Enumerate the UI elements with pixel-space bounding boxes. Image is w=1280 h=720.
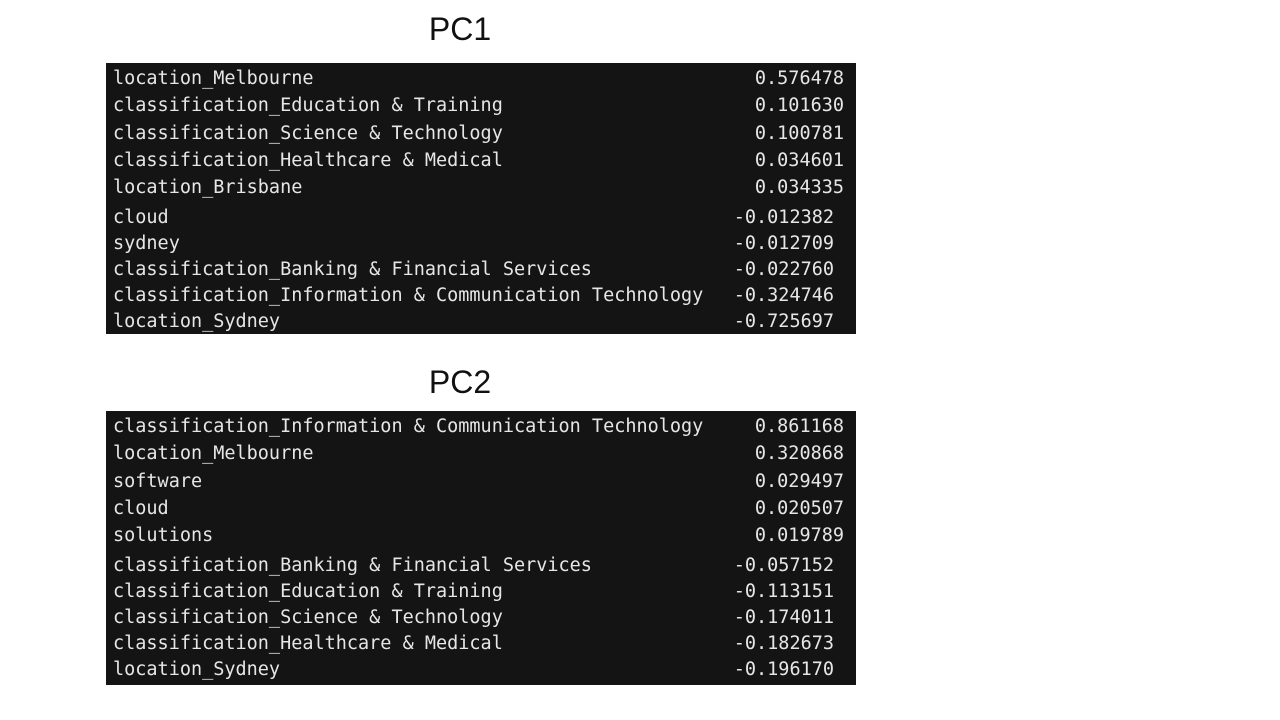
row-value: 0.029497: [754, 470, 844, 492]
row-value: 0.320868: [754, 443, 844, 465]
table-row: classification_Banking & Financial Servi…: [113, 552, 844, 578]
row-value: -0.182673: [733, 632, 834, 654]
row-label: classification_Banking & Financial Servi…: [113, 258, 592, 280]
row-value: 0.576478: [754, 68, 844, 90]
row-value: 0.020507: [754, 498, 844, 520]
table-row: classification_Information & Communicati…: [113, 413, 844, 440]
row-label: software: [113, 470, 203, 492]
table-row: location_Melbourne 0.320868: [113, 440, 844, 467]
row-label: location_Sydney: [113, 310, 281, 332]
table-row: location_Brisbane 0.034335: [113, 174, 844, 201]
row-label: classification_Information & Communicati…: [113, 416, 704, 438]
table-row: classification_Information & Communicati…: [113, 282, 844, 308]
row-value: -0.725697: [733, 310, 834, 332]
row-label: sydney: [113, 232, 180, 254]
table-row: cloud -0.012382: [113, 204, 844, 230]
row-value: 0.034601: [754, 150, 844, 172]
table-row: classification_Science & Technology -0.1…: [113, 604, 844, 630]
row-label: location_Melbourne: [113, 443, 314, 465]
pc2-title: PC2: [428, 364, 492, 400]
table-row: classification_Science & Technology 0.10…: [113, 120, 844, 147]
pc1-loadings-table: location_Melbourne 0.576478 classificati…: [106, 63, 856, 334]
table-row: classification_Education & Training -0.1…: [113, 578, 844, 604]
row-label: classification_Information & Communicati…: [113, 284, 704, 306]
table-row: solutions 0.019789: [113, 522, 844, 549]
table-row: classification_Healthcare & Medical -0.1…: [113, 630, 844, 656]
row-value: -0.022760: [733, 258, 834, 280]
row-value: -0.196170: [733, 658, 834, 680]
row-value: -0.174011: [733, 606, 834, 628]
table-row: classification_Education & Training 0.10…: [113, 92, 844, 119]
row-label: classification_Banking & Financial Servi…: [113, 554, 592, 576]
row-value: -0.324746: [733, 284, 834, 306]
table-row: cloud 0.020507: [113, 495, 844, 522]
row-label: classification_Science & Technology: [113, 122, 503, 144]
row-value: -0.057152: [733, 554, 834, 576]
row-label: classification_Education & Training: [113, 95, 503, 117]
pc2-loadings-table: classification_Information & Communicati…: [106, 411, 856, 685]
table-row: classification_Healthcare & Medical 0.03…: [113, 147, 844, 174]
pc1-title: PC1: [428, 11, 492, 47]
row-value: 0.101630: [754, 95, 844, 117]
row-value: 0.019789: [754, 525, 844, 547]
table-row: location_Melbourne 0.576478: [113, 65, 844, 92]
row-label: classification_Education & Training: [113, 580, 503, 602]
row-label: classification_Healthcare & Medical: [113, 150, 503, 172]
slide: PC1 location_Melbourne 0.576478 classifi…: [0, 0, 1280, 720]
row-label: location_Melbourne: [113, 68, 314, 90]
row-label: solutions: [113, 525, 214, 547]
row-label: location_Brisbane: [113, 177, 303, 199]
table-row: location_Sydney -0.196170: [113, 656, 844, 682]
table-row: sydney -0.012709: [113, 230, 844, 256]
row-value: 0.100781: [754, 122, 844, 144]
row-value: -0.012382: [733, 206, 834, 228]
row-value: 0.861168: [754, 416, 844, 438]
row-label: cloud: [113, 206, 169, 228]
table-row: classification_Banking & Financial Servi…: [113, 256, 844, 282]
row-label: classification_Science & Technology: [113, 606, 503, 628]
row-label: cloud: [113, 498, 169, 520]
row-value: -0.113151: [733, 580, 834, 602]
table-row: location_Sydney -0.725697: [113, 308, 844, 334]
row-label: classification_Healthcare & Medical: [113, 632, 503, 654]
row-label: location_Sydney: [113, 658, 281, 680]
table-row: software 0.029497: [113, 468, 844, 495]
row-value: 0.034335: [754, 177, 844, 199]
row-value: -0.012709: [733, 232, 834, 254]
